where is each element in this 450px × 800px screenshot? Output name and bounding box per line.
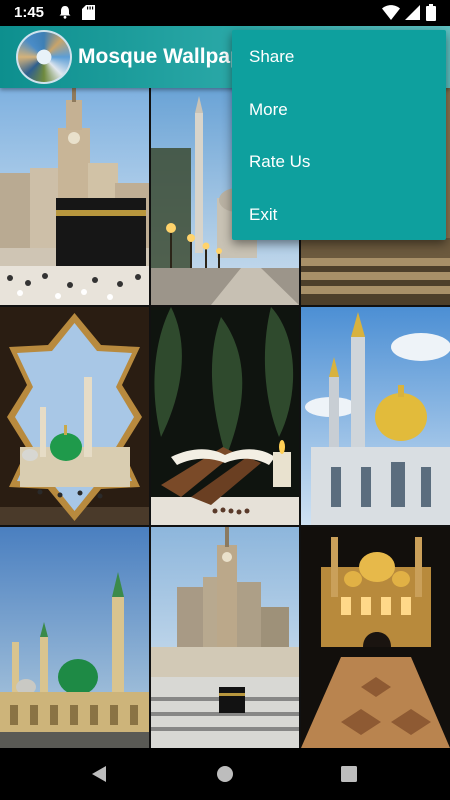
recents-icon[interactable] [341,766,357,782]
menu-item-share[interactable]: Share [232,31,446,84]
menu-item-more[interactable]: More [232,84,446,137]
menu-item-exit[interactable]: Exit [232,189,446,242]
green-dome-minarets-dusk-image [0,527,149,748]
wallpaper-thumbnail[interactable] [0,527,149,748]
notification-bell-icon [59,6,71,19]
overflow-menu: Share More Rate Us Exit [232,30,446,240]
wallpaper-thumbnail[interactable] [0,307,149,525]
battery-icon [426,4,436,21]
wallpaper-thumbnail[interactable] [301,307,450,525]
clock-tower-kaaba-image [0,88,149,305]
clock-tower-crowd-image [151,527,299,748]
status-time: 1:45 [14,4,45,21]
wallpaper-thumbnail[interactable] [0,88,149,305]
golden-dome-mosque-image [301,307,450,525]
app-logo [16,30,72,84]
back-icon[interactable] [90,765,108,783]
star-frame-green-dome-image [0,307,149,525]
wallpaper-thumbnail[interactable] [151,527,299,748]
wallpaper-thumbnail[interactable] [151,307,299,525]
wallpaper-thumbnail[interactable] [301,527,450,748]
quran-on-stand-image [151,307,299,525]
home-icon[interactable] [216,765,234,783]
lit-mosque-night-image [301,527,450,748]
sd-card-icon [82,5,95,20]
system-nav-bar [0,748,450,800]
menu-item-rate-us[interactable]: Rate Us [232,136,446,189]
cell-signal-icon [405,5,420,20]
status-bar: 1:45 [0,0,450,26]
wifi-icon [382,5,400,20]
